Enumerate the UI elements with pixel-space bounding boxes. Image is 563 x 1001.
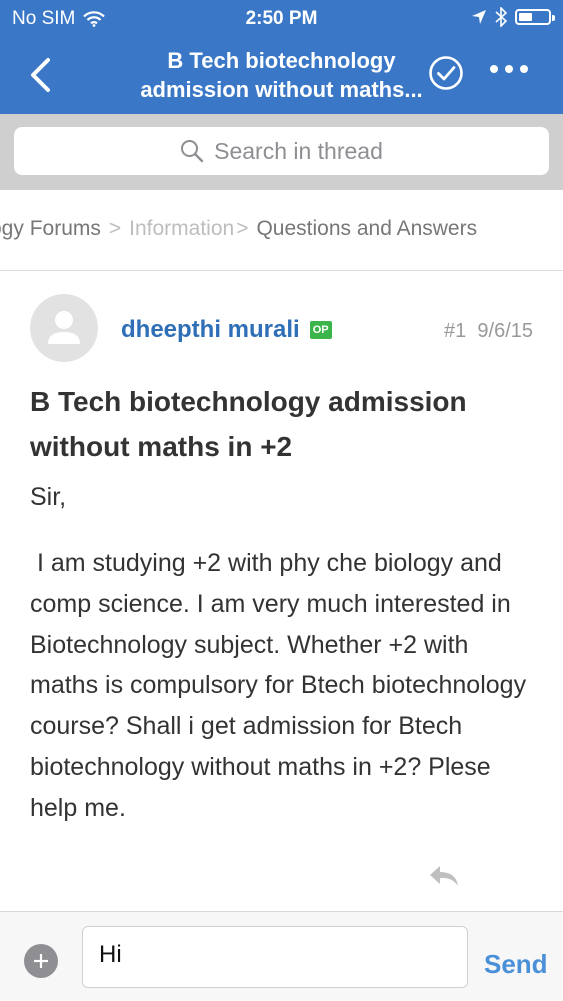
more-dot xyxy=(520,65,528,73)
more-dot xyxy=(505,65,513,73)
post-meta: #1 9/6/15 xyxy=(444,320,533,343)
post-date: 9/6/15 xyxy=(477,320,533,342)
check-circle-icon[interactable] xyxy=(428,55,464,91)
reply-input[interactable]: Hi xyxy=(82,926,468,988)
post-greeting: Sir, xyxy=(30,483,67,511)
thread-title-line1: B Tech biotechnology xyxy=(167,48,396,73)
author-name[interactable]: dheepthi murali xyxy=(121,316,300,344)
search-icon xyxy=(181,140,204,163)
plus-icon xyxy=(34,954,48,968)
reply-icon[interactable] xyxy=(428,863,460,889)
status-bar: No SIM 2:50 PM xyxy=(0,0,563,36)
breadcrumb-item-questions[interactable]: Questions and Answers xyxy=(256,217,477,240)
more-dot xyxy=(490,65,498,73)
nav-bar: B Tech biotechnology admission without m… xyxy=(0,40,563,112)
send-button[interactable]: Send xyxy=(484,949,548,980)
thread-title-line2: admission without maths... xyxy=(140,77,423,102)
top-bar: No SIM 2:50 PM B Tech biotechnology admi… xyxy=(0,0,563,114)
post-body: I am studying +2 with phy che biology an… xyxy=(30,549,534,822)
battery-nub xyxy=(552,15,555,21)
reply-composer: Hi Send xyxy=(0,911,563,1001)
post-author: dheepthi murali OP xyxy=(121,316,332,344)
search-input[interactable]: Search in thread xyxy=(14,127,549,175)
back-button[interactable] xyxy=(20,50,60,100)
op-badge: OP xyxy=(309,321,332,339)
breadcrumb-track: ogy Forums > Information> Questions and Ans… xyxy=(0,217,477,241)
post-number: #1 xyxy=(444,320,467,342)
breadcrumb-separator: > xyxy=(236,217,249,240)
status-right xyxy=(471,7,555,27)
search-placeholder: Search in thread xyxy=(214,137,383,164)
user-icon xyxy=(48,311,80,344)
search-bar: Search in thread xyxy=(0,114,563,190)
battery-icon xyxy=(515,9,555,25)
chevron-left-icon xyxy=(31,58,50,92)
thread-title: B Tech biotechnology admission without m… xyxy=(90,46,473,104)
breadcrumb-separator: > xyxy=(108,217,122,240)
location-arrow-icon xyxy=(472,10,486,24)
breadcrumb: ogy Forums > Information> Questions and Ans… xyxy=(0,190,563,271)
breadcrumb-item-forums[interactable]: ogy Forums xyxy=(0,217,101,240)
add-attachment-button[interactable] xyxy=(24,944,58,978)
breadcrumb-item-information[interactable]: Information xyxy=(129,217,234,240)
more-icon[interactable] xyxy=(490,65,528,73)
post: dheepthi murali OP #1 9/6/15 B Tech biot… xyxy=(0,271,563,911)
avatar[interactable] xyxy=(30,294,98,362)
post-title: B Tech biotechnology admission without m… xyxy=(30,386,467,462)
bluetooth-icon xyxy=(495,7,507,27)
battery-fill xyxy=(519,13,532,21)
